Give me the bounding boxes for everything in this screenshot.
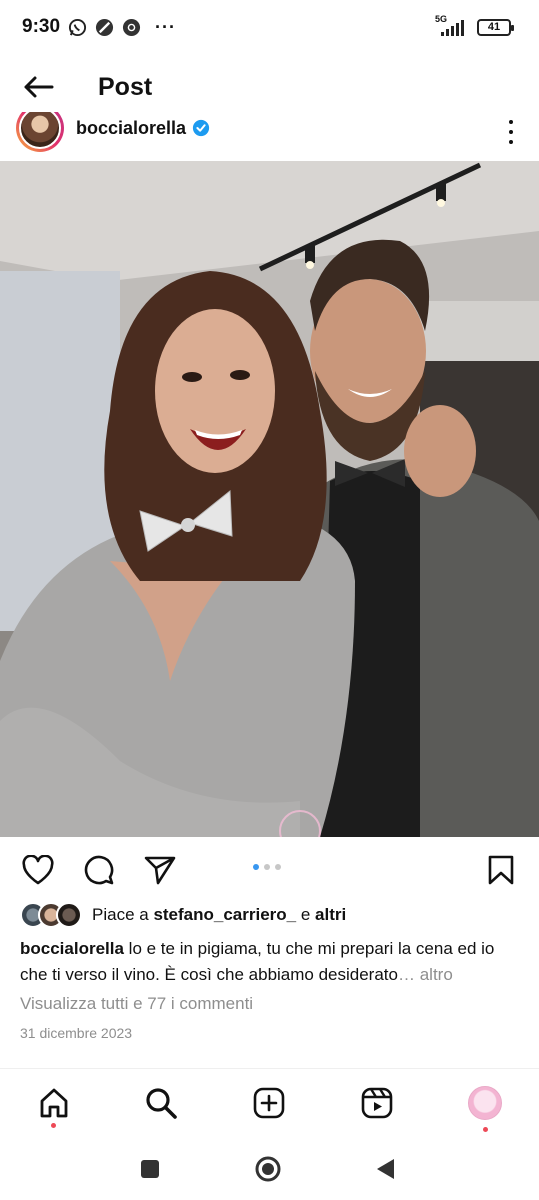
nav-search[interactable] <box>143 1085 179 1121</box>
post-actions <box>0 848 539 892</box>
carousel-dot <box>253 864 259 870</box>
like-button[interactable] <box>20 852 56 888</box>
network-label: 5G <box>435 14 448 24</box>
likes-user-link[interactable]: stefano_carriero_ <box>153 905 296 925</box>
status-bar: 9:30 ··· 5G 41 <box>0 0 539 54</box>
status-system-icons: 5G 41 <box>435 14 514 37</box>
recents-button[interactable] <box>135 1154 165 1184</box>
post-date: 31 dicembre 2023 <box>20 1025 133 1041</box>
recents-icon <box>141 1160 159 1178</box>
post-author-row: boccialorella <box>0 112 539 160</box>
app-header: Post <box>0 58 539 116</box>
share-button[interactable] <box>142 852 178 888</box>
add-post-icon <box>253 1087 285 1119</box>
carousel-dot <box>264 864 270 870</box>
likes-summary[interactable]: Piace a stefano_carriero_ e altri <box>20 902 346 928</box>
profile-avatar <box>468 1086 502 1120</box>
post-image[interactable] <box>0 161 539 837</box>
back-button[interactable] <box>18 67 58 107</box>
signal-icon: 5G <box>435 14 469 37</box>
reels-icon <box>361 1087 393 1119</box>
view-comments-link[interactable]: Visualizza tutti e 77 i commenti <box>20 994 253 1014</box>
send-icon <box>144 856 176 885</box>
author-avatar[interactable] <box>16 112 64 152</box>
likes-middle: e <box>296 905 316 924</box>
caption-author[interactable]: boccialorella <box>20 939 124 958</box>
caption-more-link[interactable]: … altro <box>398 965 453 984</box>
system-navigation-bar <box>0 1140 539 1200</box>
battery-icon: 41 <box>477 18 514 36</box>
back-arrow-icon <box>24 76 54 98</box>
status-notification-icons: ··· <box>68 17 176 38</box>
carousel-indicator <box>253 864 281 870</box>
bottom-navigation <box>0 1068 539 1136</box>
profile-notification-dot <box>483 1127 488 1132</box>
likes-others-link[interactable]: altri <box>315 905 346 925</box>
home-circle-icon <box>255 1156 281 1182</box>
back-system-button[interactable] <box>370 1154 400 1184</box>
page-title: Post <box>98 72 153 101</box>
nav-reels[interactable] <box>359 1085 395 1121</box>
post-caption: boccialorella lo e te in pigiama, tu che… <box>20 936 525 988</box>
whatsapp-icon <box>68 18 87 36</box>
heart-icon <box>22 855 54 885</box>
nav-profile[interactable] <box>467 1085 503 1121</box>
nav-create[interactable] <box>251 1085 287 1121</box>
liker-avatars <box>20 902 82 928</box>
app-notification-icon <box>95 18 114 36</box>
status-more-dots: ··· <box>155 16 177 37</box>
home-system-button[interactable] <box>253 1154 283 1184</box>
comment-icon <box>84 855 114 885</box>
search-icon <box>146 1088 177 1119</box>
battery-level: 41 <box>487 21 501 33</box>
verified-badge-icon <box>192 119 210 137</box>
back-triangle-icon <box>377 1159 394 1179</box>
home-notification-dot <box>51 1123 56 1128</box>
status-time: 9:30 <box>22 16 61 37</box>
avatar <box>56 902 82 928</box>
likes-prefix: Piace a <box>92 905 154 924</box>
post-photo-illustration <box>0 161 539 837</box>
home-icon <box>40 1088 68 1118</box>
carousel-dot <box>275 864 281 870</box>
save-button[interactable] <box>483 852 519 888</box>
author-username[interactable]: boccialorella <box>76 118 186 139</box>
chrome-icon <box>122 18 141 36</box>
more-options-button[interactable] <box>505 120 517 144</box>
comment-button[interactable] <box>81 852 117 888</box>
bookmark-icon <box>488 855 514 885</box>
nav-home[interactable] <box>36 1085 72 1121</box>
